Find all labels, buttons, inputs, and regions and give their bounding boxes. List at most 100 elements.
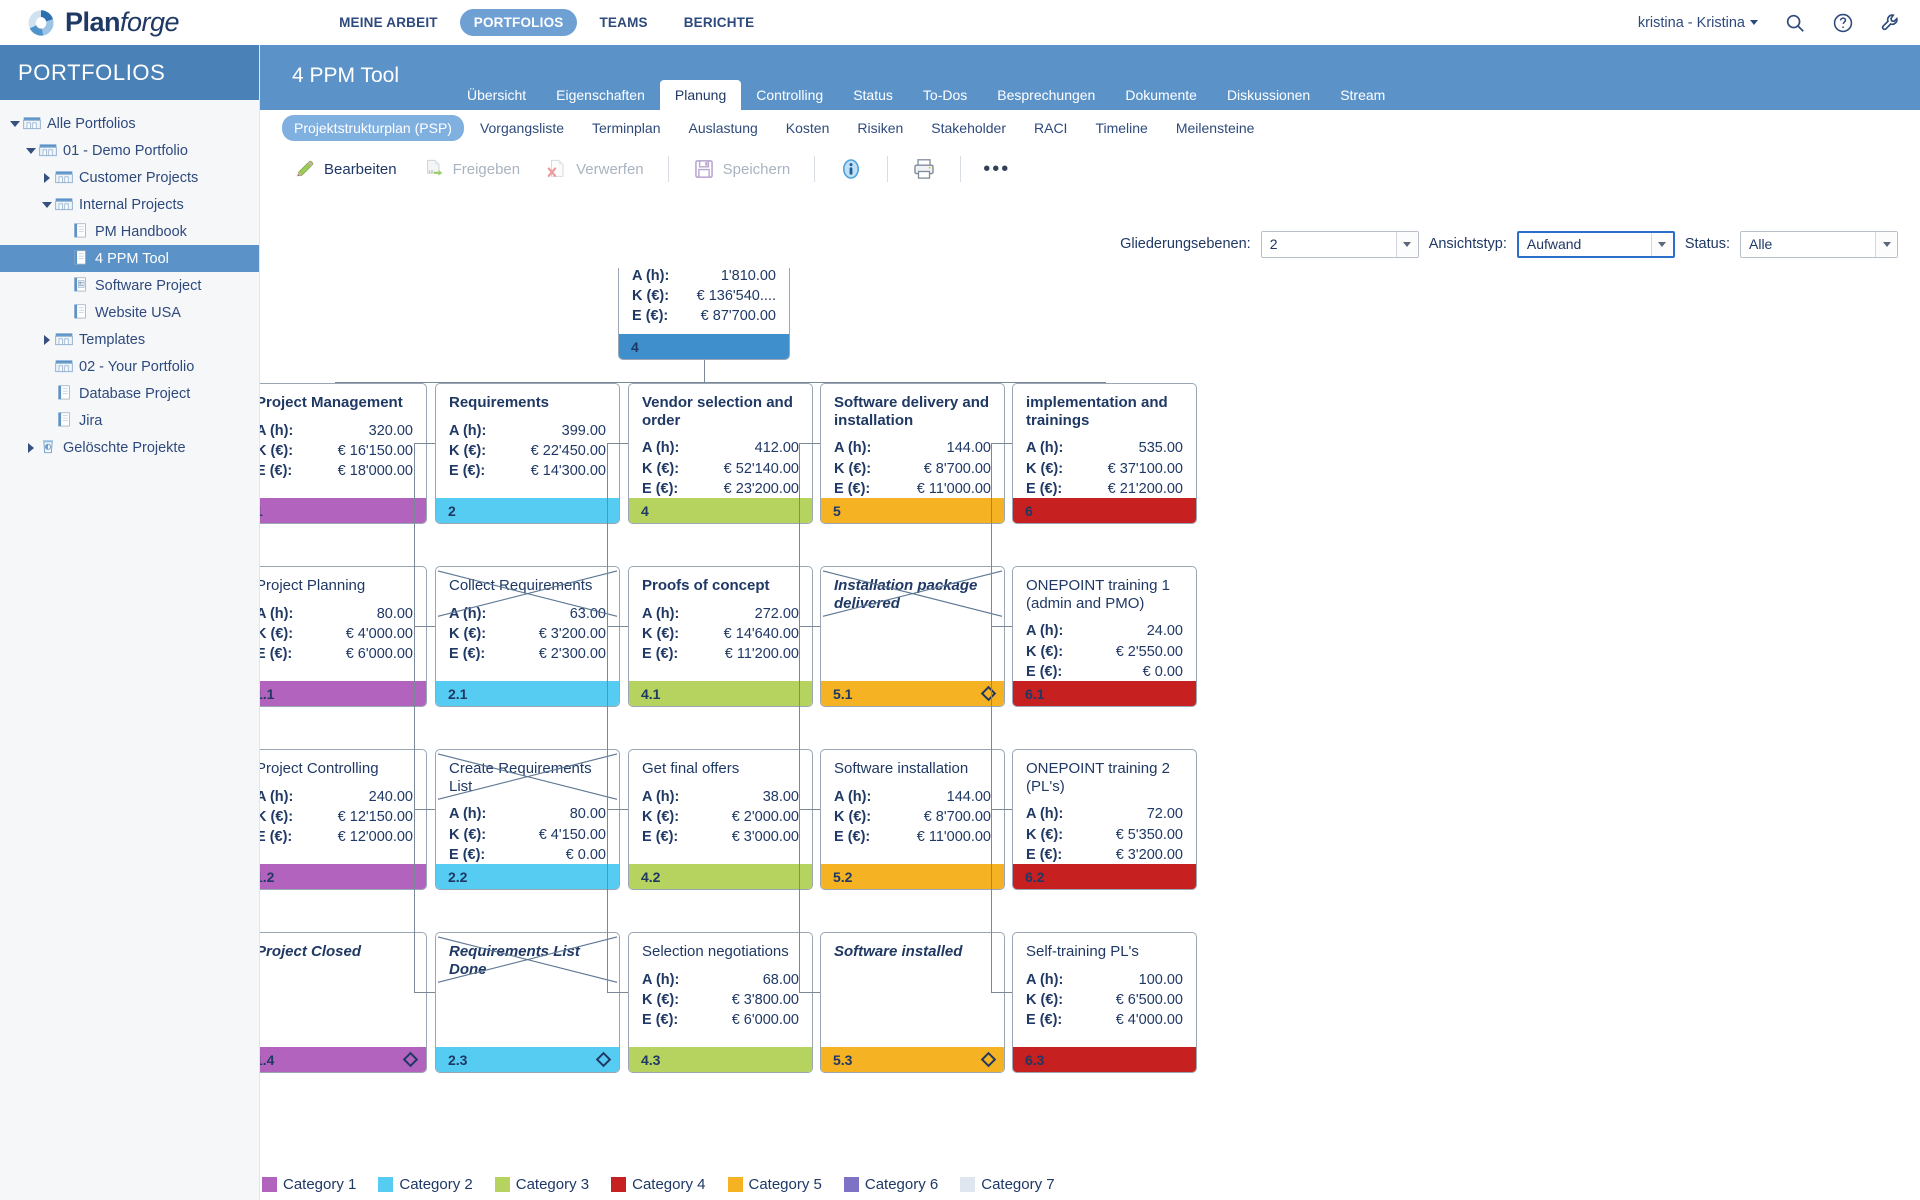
sidebar-item-website-usa[interactable]: Website USA [0, 299, 259, 326]
tools-icon[interactable] [1880, 12, 1902, 34]
discard-button[interactable]: Verwerfen [534, 154, 656, 184]
milestone-diamond-icon [980, 685, 997, 702]
wbs-node[interactable]: Get final offers A (h): 38.00 K (€): € 2'000… [628, 749, 813, 890]
nav-portfolios[interactable]: PORTFOLIOS [459, 9, 578, 36]
wbs-node[interactable]: Installation package delivered 5.1 [820, 566, 1005, 707]
wbs-node[interactable]: Project Management A (h): 320.00 K (€): € 16… [260, 383, 427, 524]
sidebar-item-alle-portfolios[interactable]: Alle Portfolios [0, 110, 259, 137]
sidebar-item-jira[interactable]: Jira [0, 407, 259, 434]
sidebar-item-database-project[interactable]: Database Project [0, 380, 259, 407]
sidebar-item-customer-projects[interactable]: Customer Projects [0, 164, 259, 191]
legend-item-4[interactable]: Category 4 [611, 1176, 706, 1193]
subtab-risiken[interactable]: Risiken [845, 115, 915, 141]
wbs-node[interactable]: ONEPOINT training 1 (admin and PMO) A (h)… [1012, 566, 1197, 707]
subtab-meilensteine[interactable]: Meilensteine [1164, 115, 1267, 141]
wbs-node[interactable]: Create Requirements List A (h): 80.00 K (€)… [435, 749, 620, 890]
chevron-right-icon[interactable] [24, 442, 38, 453]
sidebar-item-4-ppm-tool[interactable]: 4 PPM Tool [0, 245, 259, 272]
legend-item-6[interactable]: Category 6 [843, 1176, 938, 1193]
sidebar-item-gel-schte-projekte[interactable]: Gelöschte Projekte [0, 434, 259, 461]
subtab-auslastung[interactable]: Auslastung [677, 115, 770, 141]
wbs-node[interactable]: Vendor selection and order A (h): 412.00 K … [628, 383, 813, 524]
wbs-node[interactable]: Proofs of concept A (h): 272.00 K (€): € 14'… [628, 566, 813, 707]
brand-logo-area[interactable]: Planforge [26, 7, 180, 38]
sidebar-item-pm-handbook[interactable]: PM Handbook [0, 218, 259, 245]
more-dots-icon[interactable]: ••• [973, 158, 1020, 181]
levels-select[interactable]: 2 [1260, 230, 1419, 258]
tab-to-dos[interactable]: To-Dos [908, 80, 982, 110]
release-button[interactable]: 10 Freigeben [411, 154, 533, 184]
legend-item-3[interactable]: Category 3 [494, 1176, 589, 1193]
node-body: implementation and trainings A (h): 535.00… [1013, 384, 1196, 507]
effort-value: 72.00 [1146, 806, 1183, 823]
node-body: Project Management A (h): 320.00 K (€): € 16… [260, 384, 426, 489]
nav-meine-arbeit[interactable]: MEINE ARBEIT [325, 9, 452, 36]
tab--bersicht[interactable]: Übersicht [452, 80, 541, 110]
node-footer: 6.3 [1013, 1047, 1196, 1072]
sidebar-item-templates[interactable]: Templates [0, 326, 259, 353]
wbs-node[interactable]: Project Controlling A (h): 240.00 K (€): € 1… [260, 749, 427, 890]
info-button[interactable] [827, 153, 875, 185]
node-footer: 5.2 [821, 864, 1004, 889]
tab-diskussionen[interactable]: Diskussionen [1212, 80, 1325, 110]
subtab-vorgangsliste[interactable]: Vorgangsliste [468, 115, 576, 141]
subtab-terminplan[interactable]: Terminplan [580, 115, 672, 141]
tab-controlling[interactable]: Controlling [741, 80, 838, 110]
subtab-projektstrukturplan-psp[interactable]: Projektstrukturplan (PSP) [282, 115, 464, 141]
wbs-node[interactable]: Self-training PL's A (h): 100.00 K (€): € 6'… [1012, 932, 1197, 1073]
legend-item-1[interactable]: Category 1 [262, 1176, 356, 1193]
wbs-node[interactable]: Software installed 5.3 [820, 932, 1005, 1073]
viewtype-select[interactable]: Aufwand [1516, 230, 1675, 258]
sidebar-item-internal-projects[interactable]: Internal Projects [0, 191, 259, 218]
chevron-down-icon[interactable] [24, 147, 38, 154]
chevron-right-icon[interactable] [40, 334, 54, 345]
user-menu[interactable]: kristina - Kristina [1638, 15, 1758, 31]
revenue-value: € 21'200.00 [1107, 480, 1183, 497]
revenue-row: E (€): € 0.00 [449, 845, 606, 865]
search-icon[interactable] [1784, 12, 1806, 34]
legend-item-5[interactable]: Category 5 [727, 1176, 822, 1193]
wbs-node[interactable]: Collect Requirements A (h): 63.00 K (€): € 3… [435, 566, 620, 707]
tab-dokumente[interactable]: Dokumente [1110, 80, 1212, 110]
subtab-raci[interactable]: RACI [1022, 115, 1079, 141]
print-button[interactable] [900, 153, 948, 185]
edit-button[interactable]: Bearbeiten [282, 154, 409, 184]
wbs-node[interactable]: Project Closed 1.4 [260, 932, 427, 1073]
wbs-node[interactable]: implementation and trainings A (h): 535.00… [1012, 383, 1197, 524]
nav-berichte[interactable]: BERICHTE [670, 9, 769, 36]
legend-item-2[interactable]: Category 2 [378, 1176, 473, 1193]
tab-status[interactable]: Status [838, 80, 908, 110]
node-title: Project Controlling [260, 760, 379, 777]
tab-stream[interactable]: Stream [1325, 80, 1400, 110]
wbs-node[interactable]: Requirements A (h): 399.00 K (€): € 22'450.0… [435, 383, 620, 524]
chevron-right-icon[interactable] [40, 172, 54, 183]
wbs-node[interactable]: ONEPOINT training 2 (PL's) A (h): 72.00 K (… [1012, 749, 1197, 890]
wbs-node[interactable]: Project Planning A (h): 80.00 K (€): € 4'000… [260, 566, 427, 707]
save-button[interactable]: Speichern [681, 154, 803, 184]
chevron-down-icon[interactable] [40, 201, 54, 208]
tab-planung[interactable]: Planung [659, 80, 742, 110]
node-wbs-code: 5.1 [833, 685, 853, 702]
wbs-node[interactable]: Requirements List Done 2.3 [435, 932, 620, 1073]
nav-teams[interactable]: TEAMS [585, 9, 661, 36]
wbs-node[interactable]: Software delivery and installation A (h):… [820, 383, 1005, 524]
help-icon[interactable] [1832, 12, 1854, 34]
cost-value: € 16'150.00 [337, 443, 413, 460]
legend-item-7[interactable]: Category 7 [960, 1176, 1055, 1193]
tab-besprechungen[interactable]: Besprechungen [982, 80, 1110, 110]
root-stem [704, 360, 705, 382]
chevron-down-icon[interactable] [8, 120, 22, 127]
status-select[interactable]: Alle [1740, 230, 1898, 258]
subtab-kosten[interactable]: Kosten [774, 115, 842, 141]
wbs-node[interactable]: Software installation A (h): 144.00 K (€): €… [820, 749, 1005, 890]
wbs-node[interactable]: Selection negotiations A (h): 68.00 K (€): €… [628, 932, 813, 1073]
sidebar-item-02-your-portfolio[interactable]: 02 - Your Portfolio [0, 353, 259, 380]
node-footer: 4.3 [629, 1047, 812, 1072]
sidebar-item-01-demo-portfolio[interactable]: 01 - Demo Portfolio [0, 137, 259, 164]
revenue-label: E (€): [834, 480, 871, 497]
sidebar-item-software-project[interactable]: Software Project [0, 272, 259, 299]
wbs-node[interactable]: PPM ToolA (h):1'810.00K (€):€ 136'540...… [618, 268, 790, 360]
subtab-stakeholder[interactable]: Stakeholder [919, 115, 1018, 141]
tab-eigenschaften[interactable]: Eigenschaften [541, 80, 660, 110]
subtab-timeline[interactable]: Timeline [1083, 115, 1159, 141]
